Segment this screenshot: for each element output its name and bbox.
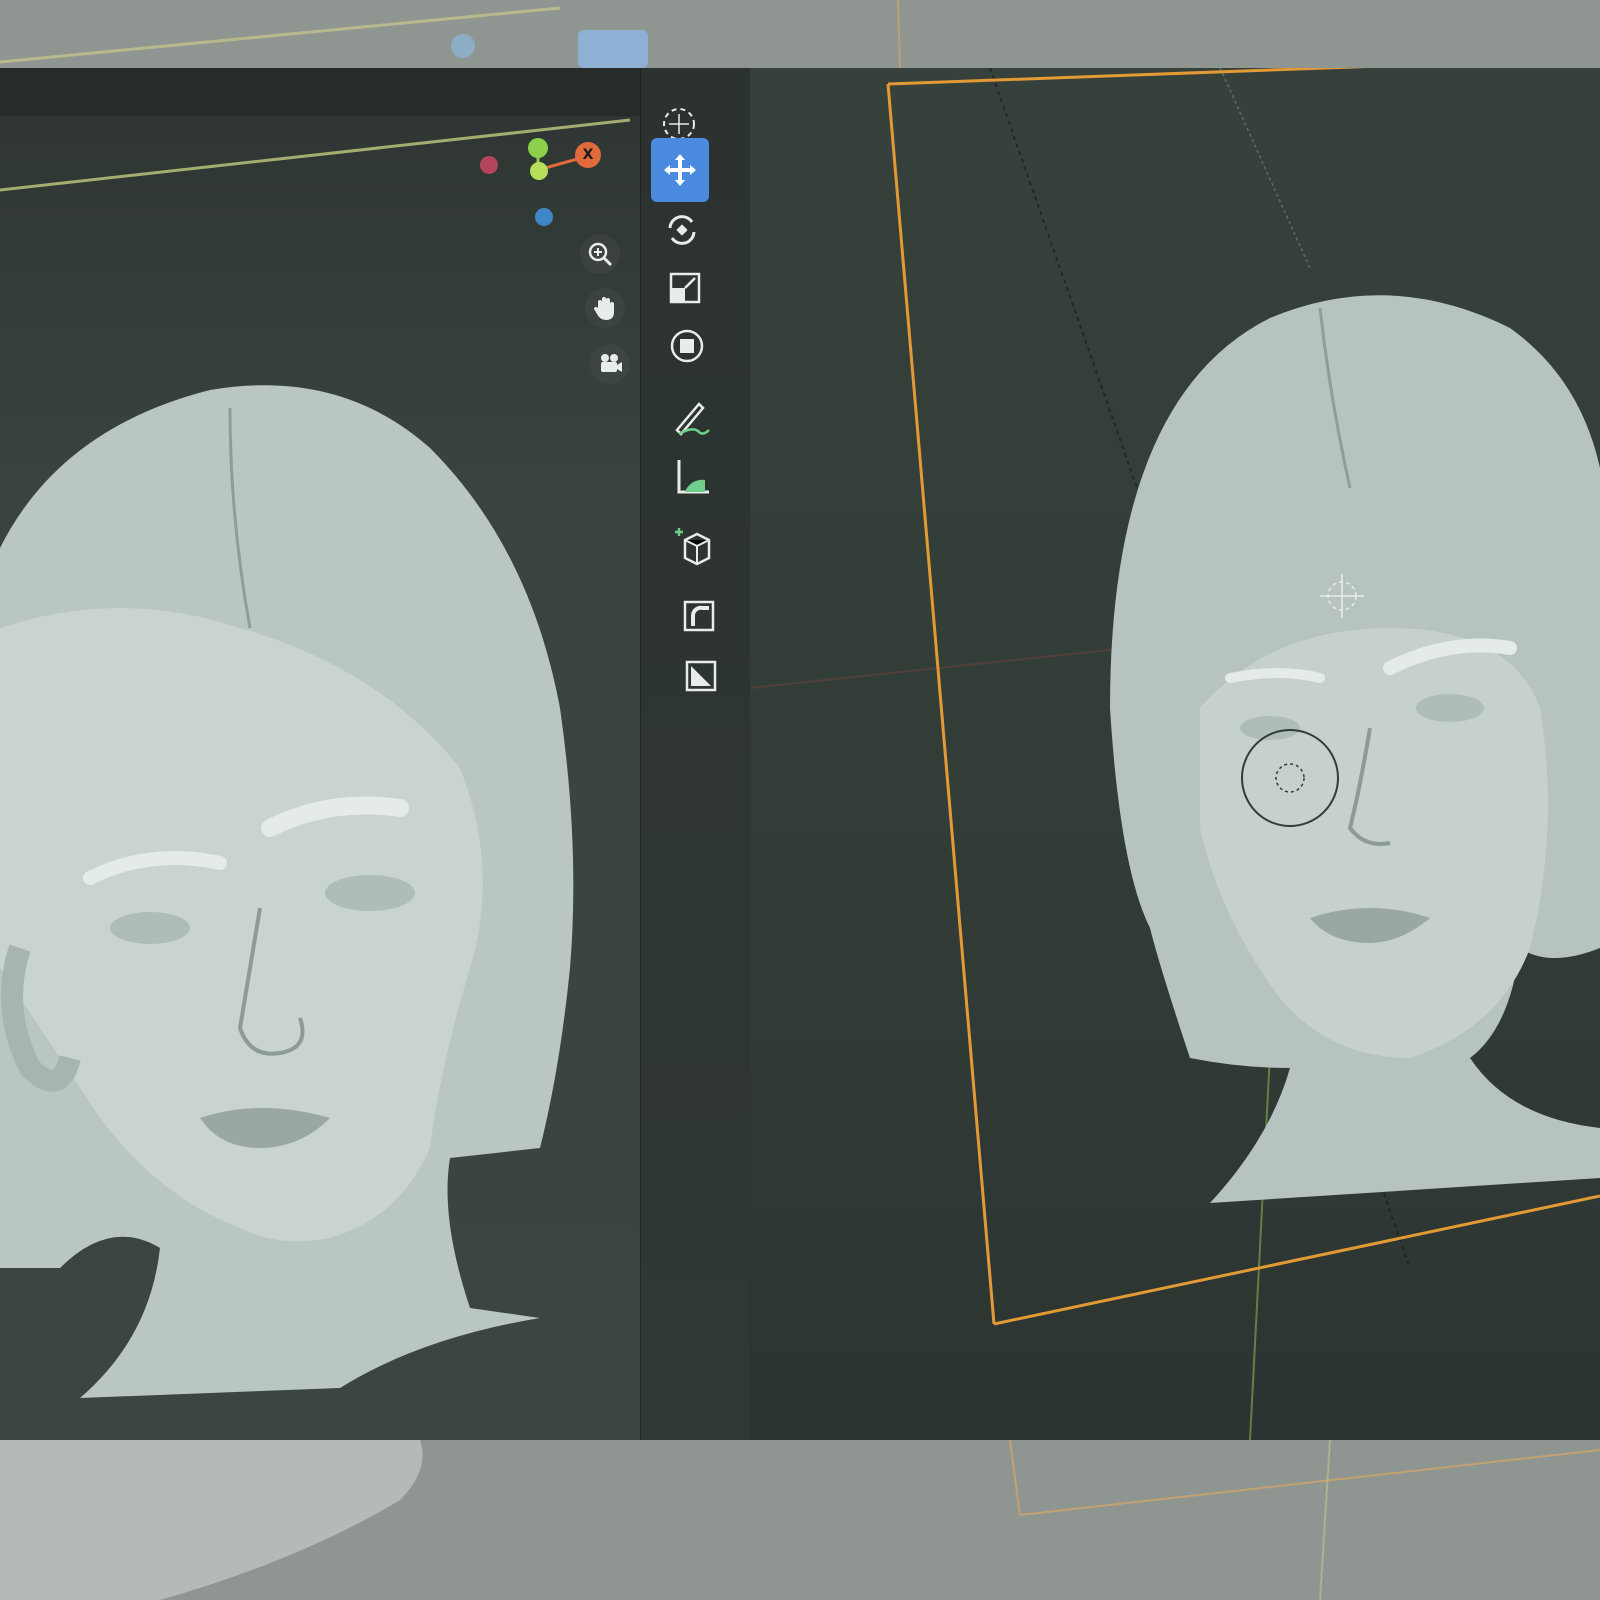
tool-transform[interactable] (659, 318, 715, 374)
gizmo-z-axis[interactable] (535, 208, 553, 226)
tool-rotate[interactable] (654, 202, 710, 258)
rotate-icon (662, 210, 702, 250)
photo-of-monitor: X (0, 0, 1600, 1600)
camera-view-button[interactable] (590, 344, 630, 384)
left-viewport[interactable]: X (0, 68, 640, 1440)
tool-scale[interactable] (657, 260, 713, 316)
gizmo-x-axis[interactable]: X (575, 142, 601, 168)
sculpted-head-right (1110, 295, 1600, 1203)
zoom-icon (586, 240, 614, 268)
sculpted-head-left (0, 385, 574, 1399)
left-viewport-header (0, 68, 640, 116)
tool-measure[interactable] (665, 448, 721, 504)
camera-frame-left (886, 83, 996, 1325)
tool-annotate[interactable] (663, 390, 719, 446)
tool-inset[interactable] (673, 648, 729, 704)
camera-frame-top (887, 68, 1368, 86)
zoom-button[interactable] (580, 234, 620, 274)
extrude-icon (679, 596, 719, 636)
tool-add-cube[interactable] (667, 518, 723, 574)
add-cube-icon (673, 524, 717, 568)
measure-icon (671, 454, 715, 498)
left-viewport-canvas (0, 118, 631, 1399)
annotate-icon (669, 396, 713, 440)
scale-icon (665, 268, 705, 308)
hand-icon (591, 294, 619, 322)
right-viewport-canvas (750, 68, 1600, 1440)
tool-move[interactable] (651, 138, 709, 202)
move-icon (660, 150, 700, 190)
gizmo-x-label: X (582, 147, 594, 163)
right-viewport[interactable] (750, 68, 1600, 1440)
tool-shelf (640, 68, 751, 1440)
camera-icon (596, 350, 624, 378)
inset-icon (681, 656, 721, 696)
background-reflection-top (0, 0, 1600, 68)
background-reflection-bottom (0, 1440, 1600, 1600)
gizmo-y-axis[interactable] (528, 138, 548, 158)
pan-button[interactable] (585, 288, 625, 328)
blender-window: X (0, 68, 1600, 1440)
gizmo-center[interactable] (530, 162, 548, 180)
tool-extrude[interactable] (671, 588, 727, 644)
gizmo-neg-x-axis[interactable] (480, 156, 498, 174)
transform-icon (667, 326, 707, 366)
camera-frame-bottom (993, 1194, 1600, 1326)
